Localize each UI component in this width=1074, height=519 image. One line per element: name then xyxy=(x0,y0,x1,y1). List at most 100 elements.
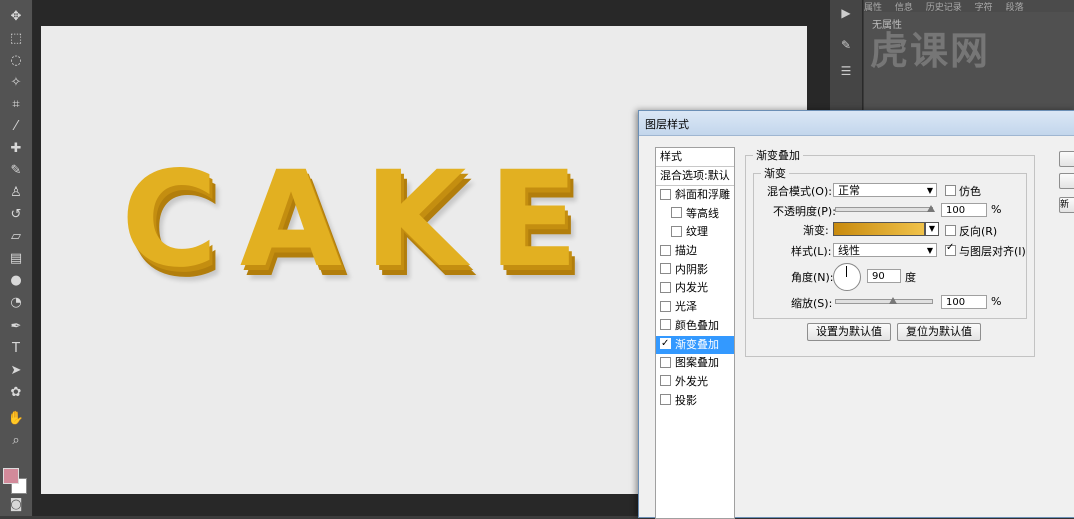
new-style-button[interactable]: 新 xyxy=(1059,197,1074,213)
style-item-label: 颜色叠加 xyxy=(675,318,719,332)
quick-mask-icon[interactable]: ◙ xyxy=(6,496,26,514)
style-item-label: 投影 xyxy=(675,393,697,407)
style-select[interactable]: 线性 ▼ xyxy=(833,243,937,257)
lasso-tool-icon[interactable]: ◌ xyxy=(6,52,26,70)
adjust-sliders-icon[interactable]: ☰ xyxy=(838,64,854,80)
style-item-label: 等高线 xyxy=(686,206,719,220)
angle-label: 角度(N): xyxy=(791,271,834,284)
tools-panel: ✥ ⬚ ◌ ✧ ⌗ ⁄ ✚ ✎ ♙ ↺ ▱ ▤ ● ◔ ✒ T ➤ ✿ ✋ ⌕ … xyxy=(0,0,33,516)
style-item-checkbox[interactable] xyxy=(660,281,671,293)
crop-tool-icon[interactable]: ⌗ xyxy=(6,96,26,114)
style-item-label: 图案叠加 xyxy=(675,356,719,370)
style-item[interactable]: 内发光 xyxy=(656,279,734,298)
section-title: 渐变叠加 xyxy=(753,147,803,163)
angle-dial[interactable] xyxy=(833,263,861,291)
scale-slider[interactable] xyxy=(835,299,933,304)
gradient-tool-icon[interactable]: ▤ xyxy=(6,250,26,268)
style-item[interactable]: 外发光 xyxy=(656,373,734,392)
hand-tool-icon[interactable]: ✋ xyxy=(6,410,26,428)
style-item-checkbox[interactable] xyxy=(671,225,682,237)
style-item-checkbox[interactable] xyxy=(660,356,671,368)
pen-tool-icon[interactable]: ✒ xyxy=(6,318,26,336)
style-label: 样式(L): xyxy=(791,245,832,258)
style-item-checkbox[interactable] xyxy=(660,300,671,312)
opacity-slider[interactable] xyxy=(835,207,933,212)
zoom-tool-icon[interactable]: ⌕ xyxy=(6,432,26,450)
shape-tool-icon[interactable]: ✿ xyxy=(6,384,26,402)
style-item-label: 纹理 xyxy=(686,225,708,239)
style-item[interactable]: 纹理 xyxy=(656,223,734,242)
play-icon[interactable]: ▶ xyxy=(838,6,854,22)
style-item-checkbox[interactable] xyxy=(660,263,671,275)
brush-tool-icon[interactable]: ✎ xyxy=(6,162,26,180)
gradient-swatch[interactable] xyxy=(833,222,925,236)
gradient-picker-chevron-icon[interactable]: ▼ xyxy=(925,222,939,236)
style-item-checkbox[interactable] xyxy=(660,375,671,387)
gradient-overlay-settings: 渐变叠加 渐变 混合模式(O): 正常 ▼ 仿色 不透明度(P): 100 % 渐… xyxy=(745,147,1065,517)
style-item[interactable]: 渐变叠加 xyxy=(656,335,734,355)
cancel-button[interactable] xyxy=(1059,173,1074,189)
style-item-checkbox[interactable] xyxy=(671,207,682,219)
style-item-checkbox[interactable] xyxy=(660,335,671,354)
angle-input[interactable]: 90 xyxy=(867,269,901,283)
styles-header[interactable]: 样式 xyxy=(656,148,734,167)
style-item[interactable]: 描边 xyxy=(656,242,734,261)
eyedropper-icon[interactable]: ⁄ xyxy=(6,118,26,136)
scale-label: 缩放(S): xyxy=(791,297,833,310)
align-with-layer-checkbox[interactable] xyxy=(945,242,956,256)
eraser-icon[interactable]: ▱ xyxy=(6,228,26,246)
foreground-color-swatch[interactable] xyxy=(3,468,19,484)
type-tool-icon[interactable]: T xyxy=(6,340,26,358)
style-item[interactable]: 等高线 xyxy=(656,205,734,224)
gradient-label: 渐变: xyxy=(803,224,829,237)
style-item-checkbox[interactable] xyxy=(660,319,671,331)
align-with-layer-label: 与图层对齐(I) xyxy=(959,245,1026,258)
style-item[interactable]: 投影 xyxy=(656,392,734,411)
magic-wand-icon[interactable]: ✧ xyxy=(6,74,26,92)
path-select-icon[interactable]: ➤ xyxy=(6,362,26,380)
reverse-checkbox[interactable] xyxy=(945,225,956,236)
marquee-tool-icon[interactable]: ⬚ xyxy=(6,30,26,48)
brush-preset-icon[interactable]: ✎ xyxy=(838,38,854,54)
dither-label: 仿色 xyxy=(959,185,981,198)
style-value: 线性 xyxy=(838,244,860,257)
angle-needle xyxy=(846,266,847,277)
style-item-checkbox[interactable] xyxy=(660,188,671,200)
style-item[interactable]: 光泽 xyxy=(656,298,734,317)
style-item-checkbox[interactable] xyxy=(660,244,671,256)
opacity-input[interactable]: 100 xyxy=(941,203,987,217)
style-item[interactable]: 图案叠加 xyxy=(656,354,734,373)
chevron-down-icon: ▼ xyxy=(926,186,933,195)
dodge-tool-icon[interactable]: ◔ xyxy=(6,294,26,312)
dither-checkbox[interactable] xyxy=(945,185,956,196)
blur-tool-icon[interactable]: ● xyxy=(6,272,26,290)
make-default-button[interactable]: 设置为默认值 xyxy=(807,323,891,341)
opacity-slider-thumb[interactable] xyxy=(927,205,935,212)
angle-degree: 度 xyxy=(905,271,916,284)
blend-mode-select[interactable]: 正常 ▼ xyxy=(833,183,937,197)
style-item-label: 内阴影 xyxy=(675,262,708,276)
dialog-titlebar[interactable]: 图层样式 xyxy=(639,111,1074,136)
collapsed-panel-strip: ▶ ✎ ☰ xyxy=(830,0,863,110)
style-item[interactable]: 斜面和浮雕 xyxy=(656,186,734,205)
blend-options-default[interactable]: 混合选项:默认 xyxy=(656,167,734,186)
healing-brush-icon[interactable]: ✚ xyxy=(6,140,26,158)
layer-style-dialog: 图层样式 样式 混合选项:默认 斜面和浮雕等高线纹理描边 内阴影内发光光泽 颜色叠加… xyxy=(638,110,1074,519)
style-item-checkbox[interactable] xyxy=(660,394,671,406)
reset-default-button[interactable]: 复位为默认值 xyxy=(897,323,981,341)
move-tool-icon[interactable]: ✥ xyxy=(6,8,26,26)
clone-stamp-icon[interactable]: ♙ xyxy=(6,184,26,202)
subsection-title: 渐变 xyxy=(761,165,789,181)
ok-button[interactable] xyxy=(1059,151,1074,167)
style-item-label: 斜面和浮雕 xyxy=(675,188,730,201)
cake-text-layer: CAKE xyxy=(121,143,601,297)
scale-input[interactable]: 100 xyxy=(941,295,987,309)
style-item-label: 内发光 xyxy=(675,281,708,295)
dialog-title: 图层样式 xyxy=(645,118,689,131)
watermark-logo: 虎课网 xyxy=(870,29,991,73)
history-brush-icon[interactable]: ↺ xyxy=(6,206,26,224)
properties-tabs: 属性 信息 历史记录 字符 段落 xyxy=(864,0,1074,13)
style-item[interactable]: 颜色叠加 xyxy=(656,317,734,336)
style-item[interactable]: 内阴影 xyxy=(656,261,734,280)
scale-slider-thumb[interactable] xyxy=(889,297,897,304)
